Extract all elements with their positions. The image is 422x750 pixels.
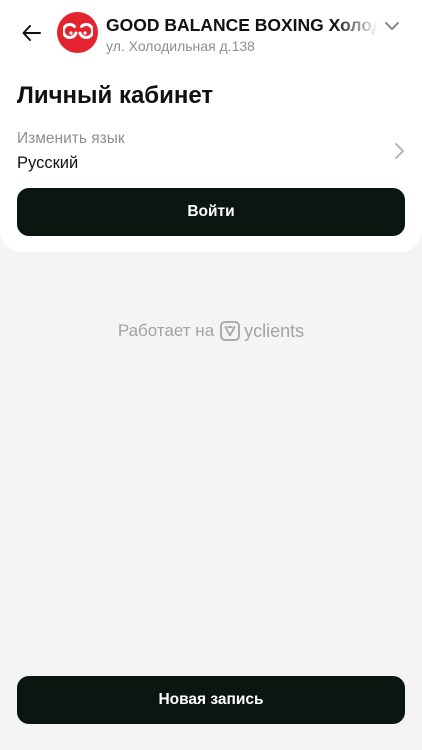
studio-address: ул. Холодильная д.138 (106, 38, 255, 54)
chevron-down-icon[interactable] (383, 17, 401, 35)
language-value: Русский (17, 154, 79, 172)
change-language-row[interactable]: Изменить язык Русский (0, 124, 422, 178)
app-screen: GOOD BALANCE BOXING Холодильная ул. Холо… (0, 0, 422, 750)
page-title: Личный кабинет (17, 82, 214, 109)
account-card: GOOD BALANCE BOXING Холодильная ул. Холо… (0, 0, 422, 252)
chevron-right-icon (395, 143, 404, 159)
powered-by-text: Работает на (117, 321, 215, 340)
yclients-logo-icon (220, 321, 241, 341)
login-button[interactable]: Войти (17, 188, 405, 236)
studio-name[interactable]: GOOD BALANCE BOXING Холодильная (106, 14, 378, 36)
powered-by: Работает на yclients (0, 318, 422, 344)
header: GOOD BALANCE BOXING Холодильная ул. Холо… (0, 0, 422, 66)
yclients-brand[interactable]: yclients (244, 321, 304, 342)
language-label: Изменить язык (17, 130, 125, 147)
boxing-gloves-logo-icon (62, 22, 93, 39)
studio-logo (57, 12, 98, 53)
new-booking-button[interactable]: Новая запись (17, 676, 405, 724)
arrow-left-icon[interactable] (20, 21, 44, 45)
